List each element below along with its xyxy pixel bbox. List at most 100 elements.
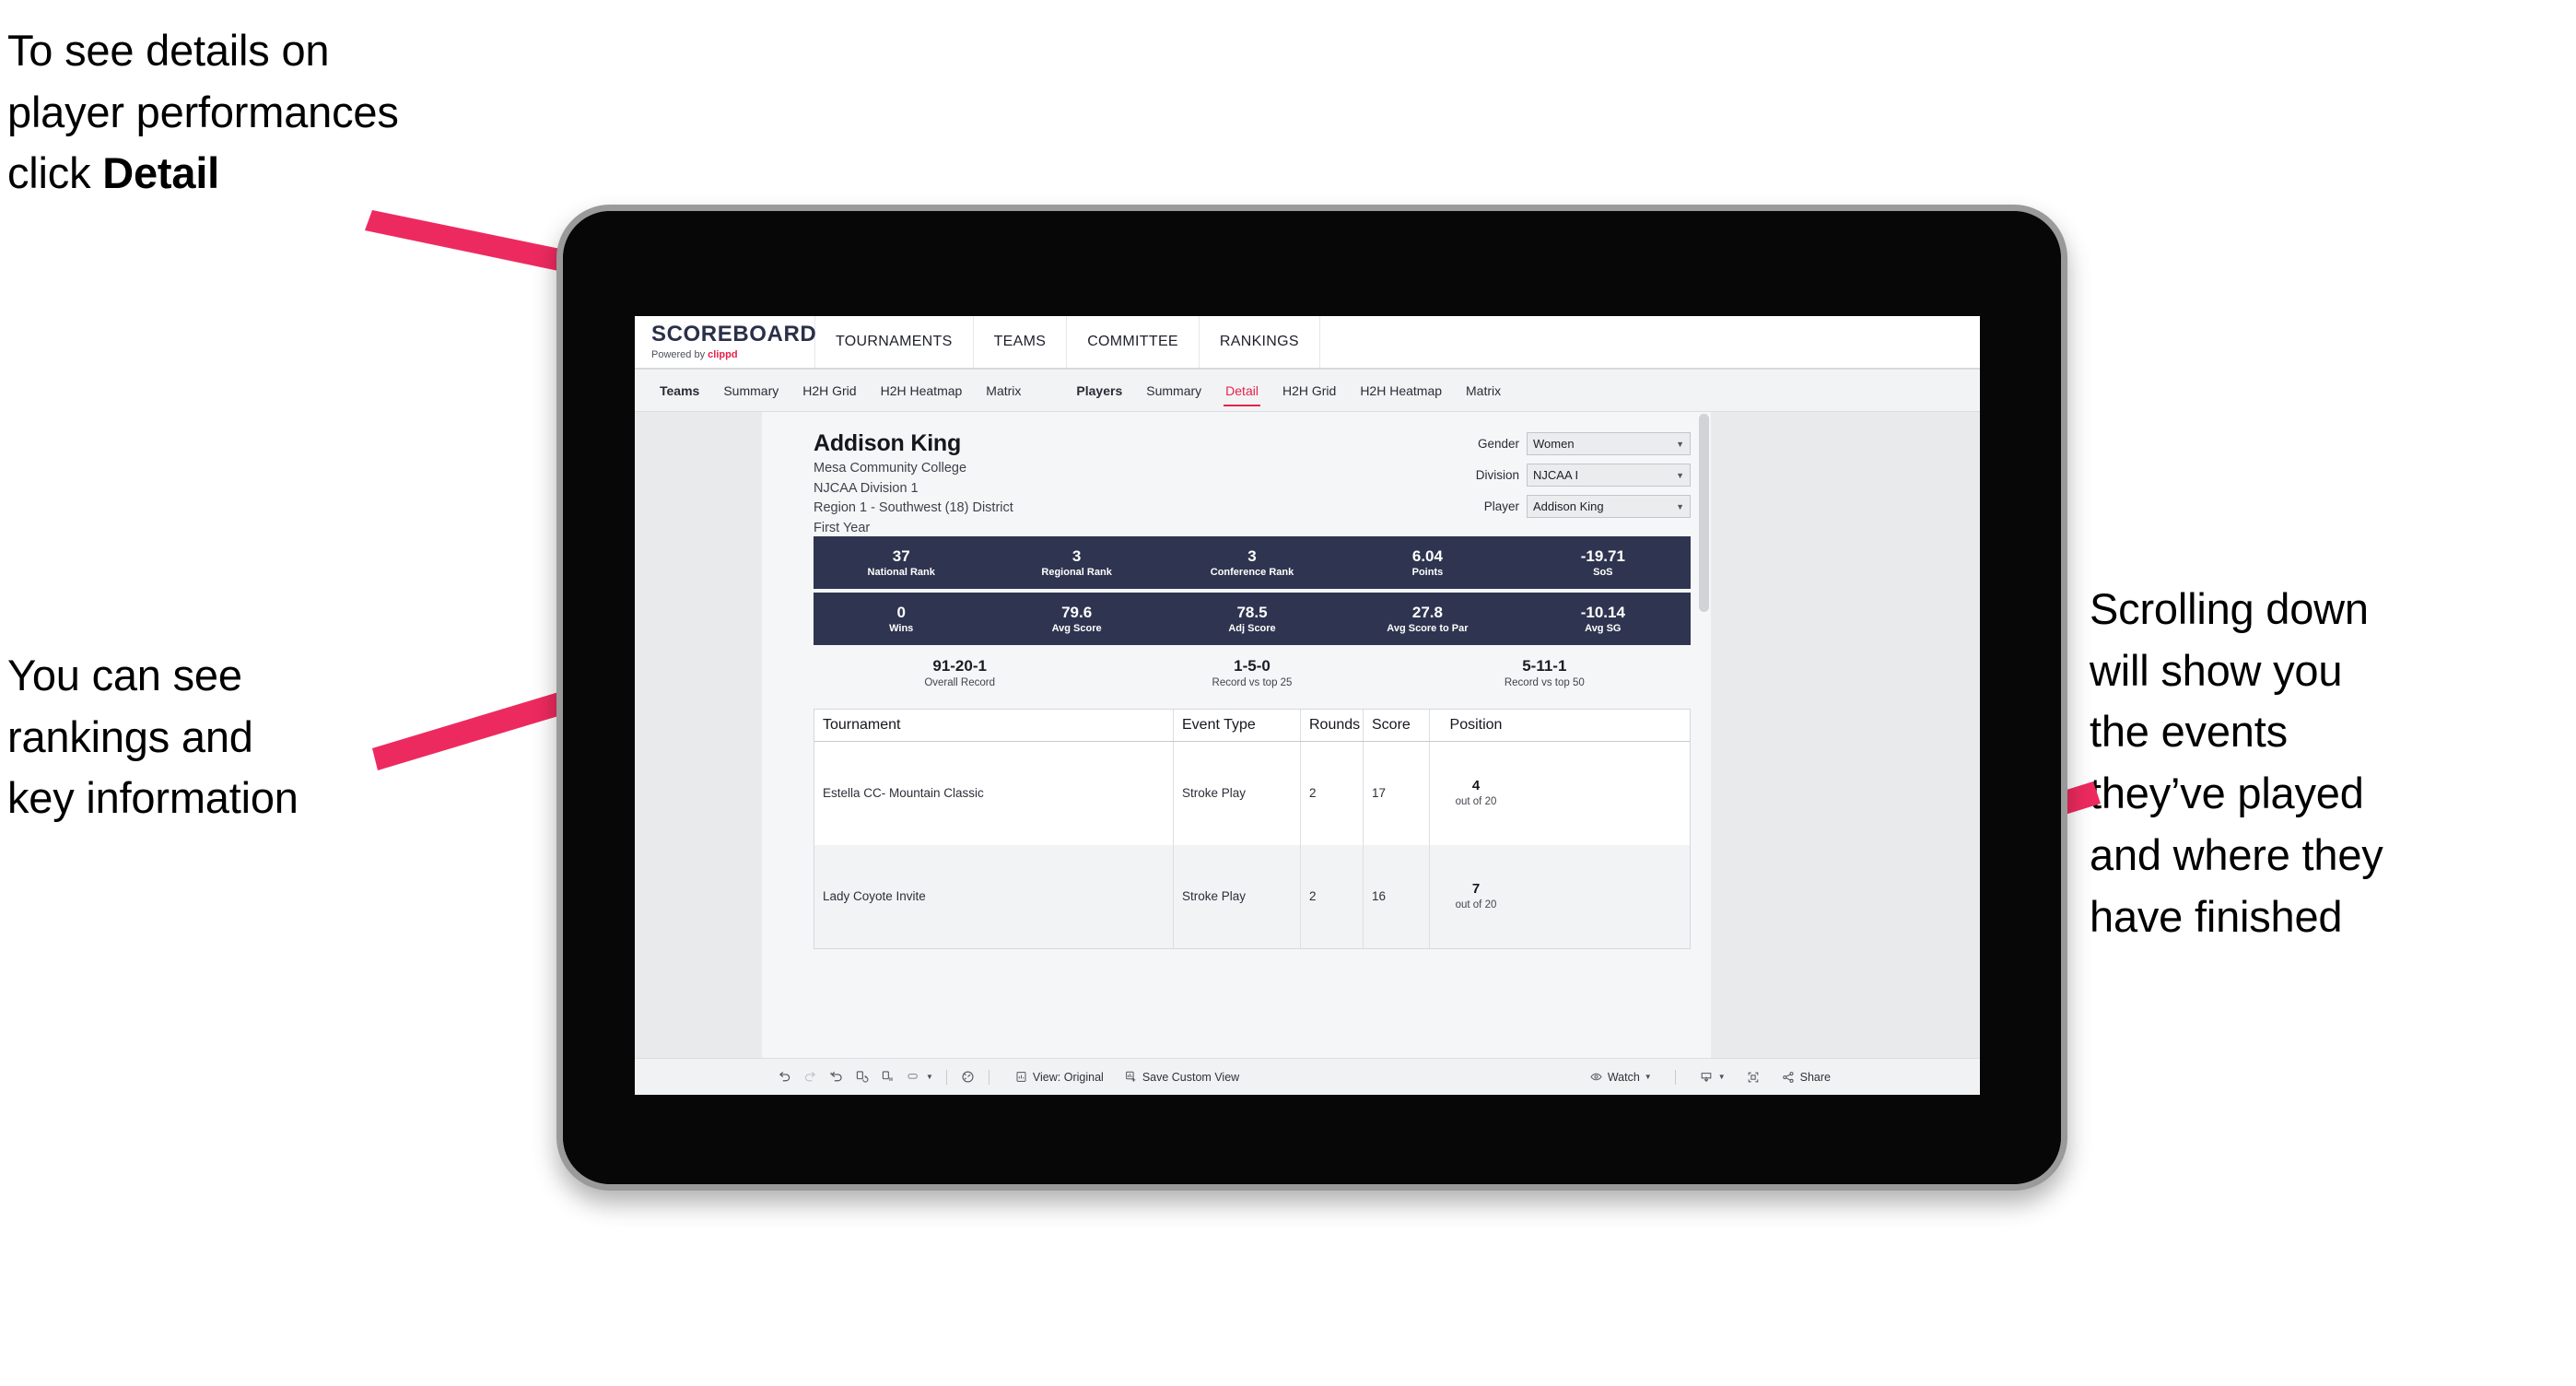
tablet-screen: SCOREBOARD Powered by clippd TOURNAMENTS… bbox=[635, 316, 1980, 1095]
stat-value: 37 bbox=[892, 547, 910, 566]
share-button[interactable]: Share bbox=[1777, 1067, 1834, 1087]
player-region: Region 1 - Southwest (18) District bbox=[814, 500, 1013, 516]
stat-value: 6.04 bbox=[1411, 547, 1443, 566]
cell-score: 17 bbox=[1364, 741, 1430, 845]
pause-auto-update-icon[interactable] bbox=[876, 1066, 899, 1087]
records-row: 91-20-1 Overall Record 1-5-0 Record vs t… bbox=[814, 657, 1691, 688]
watch-button[interactable]: Watch ▼ bbox=[1586, 1067, 1656, 1086]
record-value: 91-20-1 bbox=[932, 657, 987, 675]
fullscreen-button[interactable] bbox=[1742, 1067, 1764, 1087]
gender-value: Women bbox=[1533, 437, 1575, 451]
players-tab-group: Players Summary Detail H2H Grid H2H Heat… bbox=[1064, 370, 1514, 411]
tab-teams-h2h-grid[interactable]: H2H Grid bbox=[790, 370, 868, 411]
cell-event-type: Stroke Play bbox=[1174, 741, 1301, 845]
download-button[interactable]: ▼ bbox=[1695, 1067, 1729, 1087]
record-vs-top-50: 5-11-1 Record vs top 50 bbox=[1399, 657, 1691, 688]
nav-item-committee[interactable]: COMMITTEE bbox=[1067, 316, 1200, 368]
gender-label: Gender bbox=[1477, 437, 1519, 451]
device-preview-icon[interactable]: ▼ bbox=[902, 1066, 937, 1087]
stat-label: Avg Score to Par bbox=[1387, 623, 1469, 635]
stat-label: Avg SG bbox=[1585, 623, 1622, 635]
dashboard-toolbar: ▼ View: Original Save Custom View Watch … bbox=[635, 1058, 1980, 1095]
tab-players-h2h-grid[interactable]: H2H Grid bbox=[1270, 370, 1348, 411]
stat-value: 27.8 bbox=[1411, 604, 1443, 622]
view-original-button[interactable]: View: Original bbox=[1011, 1067, 1107, 1086]
tab-teams-summary[interactable]: Summary bbox=[711, 370, 790, 411]
redo-icon[interactable] bbox=[799, 1066, 822, 1087]
dashboard-icon[interactable] bbox=[956, 1066, 979, 1087]
primary-nav: TOURNAMENTS TEAMS COMMITTEE RANKINGS bbox=[815, 316, 1320, 368]
stat-value: -19.71 bbox=[1580, 547, 1625, 566]
stat-label: Avg Score bbox=[1051, 623, 1102, 635]
chevron-down-icon: ▼ bbox=[1676, 501, 1684, 511]
tab-teams[interactable]: Teams bbox=[648, 370, 711, 411]
stat-label: Wins bbox=[889, 623, 914, 635]
division-select[interactable]: NJCAA I ▼ bbox=[1527, 464, 1691, 487]
secondary-nav: Teams Summary H2H Grid H2H Heatmap Matri… bbox=[635, 370, 1980, 412]
undo-icon[interactable] bbox=[773, 1066, 796, 1087]
chevron-down-icon: ▼ bbox=[1644, 1073, 1652, 1081]
viewport-right-margin bbox=[1711, 412, 1980, 1058]
stat-adj-score: 78.5 Adj Score bbox=[1165, 604, 1340, 634]
player-filter-row: Player Addison King ▼ bbox=[1414, 495, 1691, 518]
brand-powered-name: clippd bbox=[708, 349, 738, 360]
stat-value: -10.14 bbox=[1580, 604, 1625, 622]
toolbar-divider bbox=[1674, 1069, 1676, 1085]
tab-players-summary[interactable]: Summary bbox=[1134, 370, 1213, 411]
tab-players[interactable]: Players bbox=[1064, 370, 1134, 411]
position-value: 7 bbox=[1471, 881, 1481, 898]
brand-powered-prefix: Powered by bbox=[651, 349, 708, 360]
player-info: Addison King Mesa Community College NJCA… bbox=[814, 430, 1414, 536]
header-position: Position bbox=[1449, 716, 1503, 733]
nav-item-tournaments[interactable]: TOURNAMENTS bbox=[815, 316, 974, 368]
header-rounds: Rounds bbox=[1301, 709, 1364, 741]
tablet-bezel: SCOREBOARD Powered by clippd TOURNAMENTS… bbox=[563, 211, 2061, 1184]
header-event-type: Event Type bbox=[1174, 709, 1301, 741]
table-row[interactable]: Estella CC- Mountain Classic Stroke Play… bbox=[814, 741, 1690, 845]
gender-select[interactable]: Women ▼ bbox=[1527, 432, 1691, 455]
tab-teams-h2h-heatmap[interactable]: H2H Heatmap bbox=[869, 370, 975, 411]
revert-icon[interactable] bbox=[825, 1066, 848, 1087]
player-select[interactable]: Addison King ▼ bbox=[1527, 495, 1691, 518]
player-label: Player bbox=[1483, 499, 1519, 513]
tab-teams-matrix[interactable]: Matrix bbox=[974, 370, 1033, 411]
chevron-down-icon: ▼ bbox=[1717, 1073, 1726, 1081]
annotation-top-left: To see details on player performances cl… bbox=[7, 20, 615, 205]
table-header-row: Tournament Event Type Rounds Score Posit… bbox=[814, 709, 1690, 742]
screenshot-root: To see details on player performances cl… bbox=[0, 0, 2576, 1386]
stat-label: Adj Score bbox=[1228, 623, 1276, 635]
chevron-down-icon: ▼ bbox=[1676, 470, 1684, 480]
tab-players-detail[interactable]: Detail bbox=[1213, 370, 1270, 411]
stat-label: Regional Rank bbox=[1041, 567, 1112, 579]
annotation-left: You can see rankings and key information bbox=[7, 651, 299, 823]
tab-players-matrix[interactable]: Matrix bbox=[1454, 370, 1513, 411]
refresh-data-icon[interactable] bbox=[850, 1066, 873, 1087]
record-label: Record vs top 50 bbox=[1504, 676, 1585, 688]
player-value: Addison King bbox=[1533, 499, 1604, 513]
toolbar-history-group: ▼ bbox=[773, 1066, 996, 1087]
stat-national-rank: 37 National Rank bbox=[814, 547, 989, 578]
save-custom-view-button[interactable]: Save Custom View bbox=[1120, 1067, 1243, 1086]
save-custom-view-label: Save Custom View bbox=[1142, 1070, 1240, 1084]
header-score: Score bbox=[1364, 709, 1430, 741]
tab-players-h2h-heatmap[interactable]: H2H Heatmap bbox=[1348, 370, 1454, 411]
stat-value: 78.5 bbox=[1236, 604, 1268, 622]
division-filter-row: Division NJCAA I ▼ bbox=[1414, 464, 1691, 487]
chevron-down-icon: ▼ bbox=[926, 1073, 933, 1081]
stat-value: 3 bbox=[1071, 547, 1082, 566]
table-row[interactable]: Lady Coyote Invite Stroke Play 2 16 7 ou… bbox=[814, 844, 1690, 948]
stat-sos: -19.71 SoS bbox=[1516, 547, 1691, 578]
nav-item-rankings[interactable]: RANKINGS bbox=[1200, 316, 1320, 368]
toolbar-view-group: View: Original Save Custom View bbox=[1011, 1067, 1243, 1086]
stat-value: 3 bbox=[1247, 547, 1257, 566]
stat-value: 0 bbox=[896, 604, 906, 622]
vertical-scrollbar[interactable] bbox=[1699, 414, 1709, 612]
player-school: Mesa Community College bbox=[814, 461, 967, 476]
stats-bar-scoring: 0 Wins 79.6 Avg Score 78.5 Adj Score 27.… bbox=[814, 593, 1691, 646]
record-value: 5-11-1 bbox=[1522, 657, 1567, 675]
dashboard-sheet: Addison King Mesa Community College NJCA… bbox=[762, 412, 1711, 1058]
nav-item-teams[interactable]: TEAMS bbox=[974, 316, 1068, 368]
cell-tournament: Estella CC- Mountain Classic bbox=[814, 741, 1174, 845]
record-overall: 91-20-1 Overall Record bbox=[814, 657, 1106, 688]
watch-label: Watch bbox=[1607, 1070, 1640, 1084]
